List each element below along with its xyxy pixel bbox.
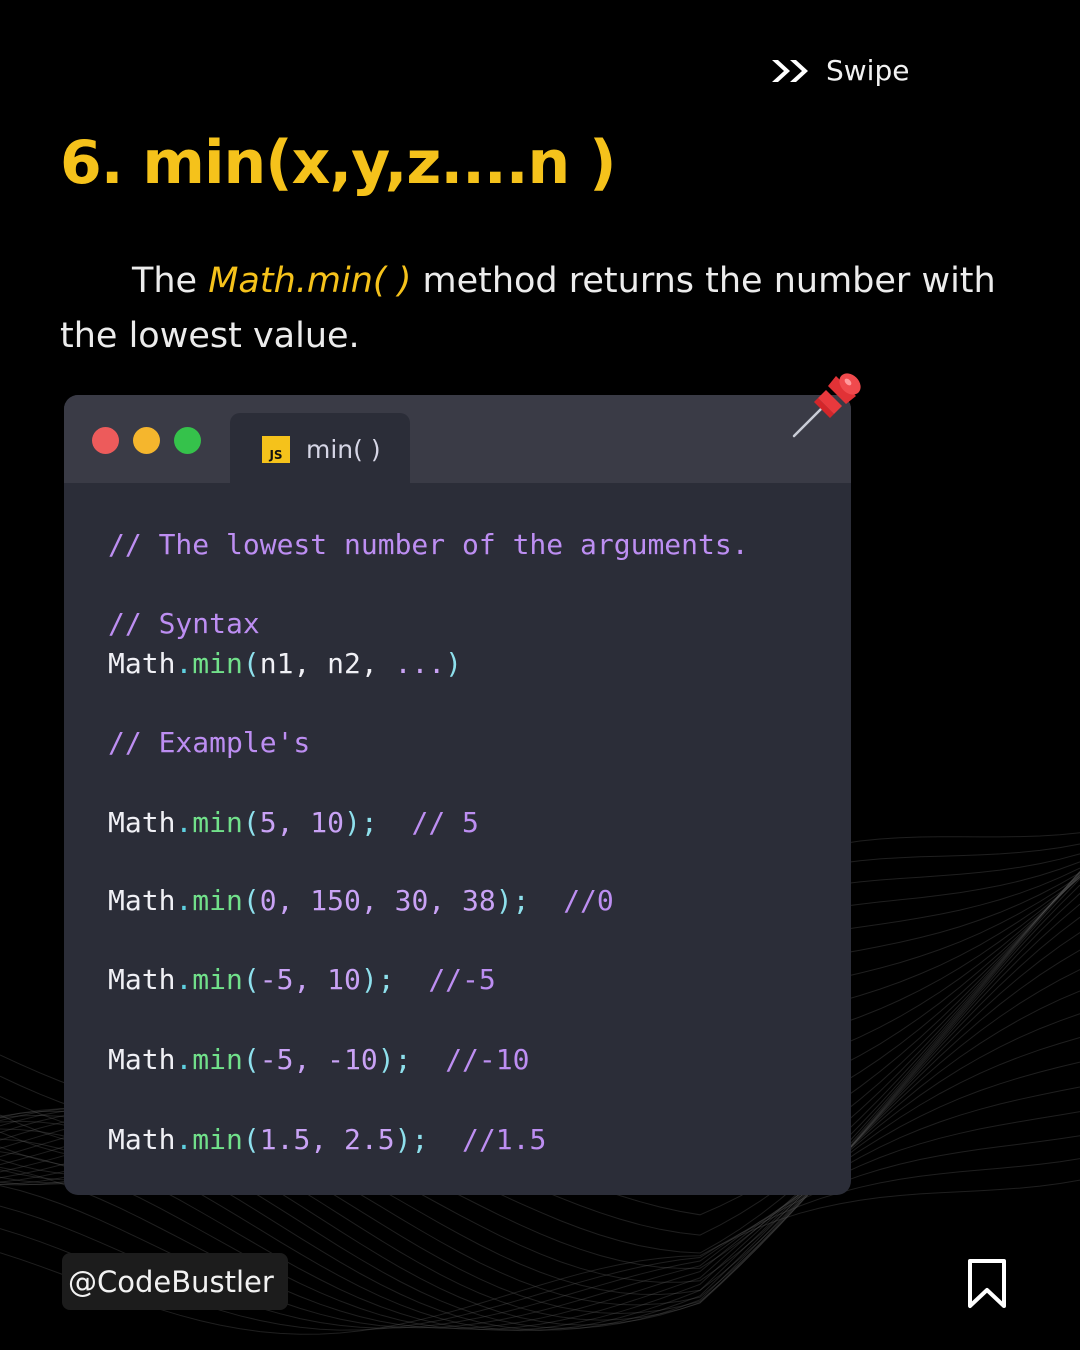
pushpin-icon — [792, 373, 861, 438]
code-result-comment: //-10 — [445, 1043, 530, 1076]
description-middle: method returns the number with — [411, 261, 996, 301]
code-function: min — [192, 1123, 243, 1156]
code-object: Math — [108, 1043, 176, 1076]
code-result-comment: //0 — [563, 884, 614, 917]
code-example-line: Math.min(0, 150, 30, 38); //0 — [108, 881, 614, 921]
code-paren-close: ); — [344, 806, 378, 839]
code-paren-open: ( — [242, 884, 260, 917]
code-args: -5, 10 — [259, 963, 361, 996]
description: The Math.min( ) method returns the numbe… — [60, 254, 1020, 364]
swipe-label: Swipe — [826, 54, 910, 87]
code-paren-close: ); — [495, 884, 530, 917]
code-comment-syntax: // Syntax — [108, 607, 260, 640]
code-line-syntax: Math.min(n1, n2, ...) — [108, 644, 462, 684]
code-paren-close: ); — [360, 963, 395, 996]
description-line2: the lowest value. — [60, 316, 360, 356]
code-object: Math — [108, 647, 176, 680]
code-args: 0, 150, 30, 38 — [259, 884, 496, 917]
tab-min[interactable]: JS min( ) — [230, 413, 410, 485]
code-comment-intro: // The lowest number of the arguments. — [108, 528, 749, 561]
author-handle[interactable]: @CodeBustler — [62, 1253, 288, 1310]
code-rest: ... — [394, 647, 446, 680]
code-dot: . — [175, 647, 193, 680]
code-args: -5, -10 — [259, 1043, 378, 1076]
close-window-button[interactable] — [92, 427, 119, 454]
code-object: Math — [108, 806, 176, 839]
code-window-titlebar: JS min( ) — [64, 395, 851, 485]
code-example-line: Math.min(1.5, 2.5); //1.5 — [108, 1120, 546, 1160]
code-function: min — [192, 647, 243, 680]
maximize-window-button[interactable] — [174, 427, 201, 454]
code-function: min — [192, 884, 243, 917]
swipe-indicator[interactable]: Swipe — [770, 54, 909, 87]
description-highlight: Math.min( ) — [208, 261, 412, 301]
code-object: Math — [108, 1123, 176, 1156]
code-object: Math — [108, 884, 176, 917]
code-dot: . — [175, 806, 193, 839]
code-args: 1.5, 2.5 — [259, 1123, 395, 1156]
double-chevron-right-icon — [772, 59, 808, 82]
code-paren-open: ( — [242, 647, 260, 680]
code-object: Math — [108, 963, 176, 996]
code-example-line: Math.min(5, 10); // 5 — [108, 803, 479, 843]
code-paren-open: ( — [242, 963, 260, 996]
code-args: 5, 10 — [259, 806, 345, 839]
code-paren-open: ( — [242, 806, 260, 839]
code-function: min — [192, 1043, 243, 1076]
code-dot: . — [175, 963, 193, 996]
code-args: n1, n2, — [259, 647, 395, 680]
code-result-comment: // 5 — [411, 806, 479, 839]
code-result-comment: //1.5 — [462, 1123, 547, 1156]
code-paren-close: ); — [394, 1123, 429, 1156]
minimize-window-button[interactable] — [133, 427, 160, 454]
code-window: JS min( ) // The lowest number of the ar… — [64, 395, 851, 1195]
tab-label: min( ) — [306, 434, 381, 464]
code-comment-examples: // Example's — [108, 726, 311, 759]
code-paren-open: ( — [242, 1043, 260, 1076]
code-dot: . — [175, 884, 193, 917]
code-example-line: Math.min(-5, -10); //-10 — [108, 1040, 529, 1080]
bookmark-icon[interactable] — [966, 1258, 1008, 1310]
description-prefix: The — [132, 261, 209, 301]
code-function: min — [192, 963, 243, 996]
code-paren-close: ) — [445, 647, 463, 680]
code-paren-close: ); — [377, 1043, 412, 1076]
page-title: 6. min(x,y,z....n ) — [60, 128, 617, 198]
code-result-comment: //-5 — [428, 963, 496, 996]
code-dot: . — [175, 1123, 193, 1156]
author-handle-text: @CodeBustler — [68, 1264, 274, 1299]
code-example-line: Math.min(-5, 10); //-5 — [108, 960, 496, 1000]
code-function: min — [192, 806, 243, 839]
code-dot: . — [175, 1043, 193, 1076]
javascript-file-icon: JS — [262, 435, 290, 463]
code-paren-open: ( — [242, 1123, 260, 1156]
